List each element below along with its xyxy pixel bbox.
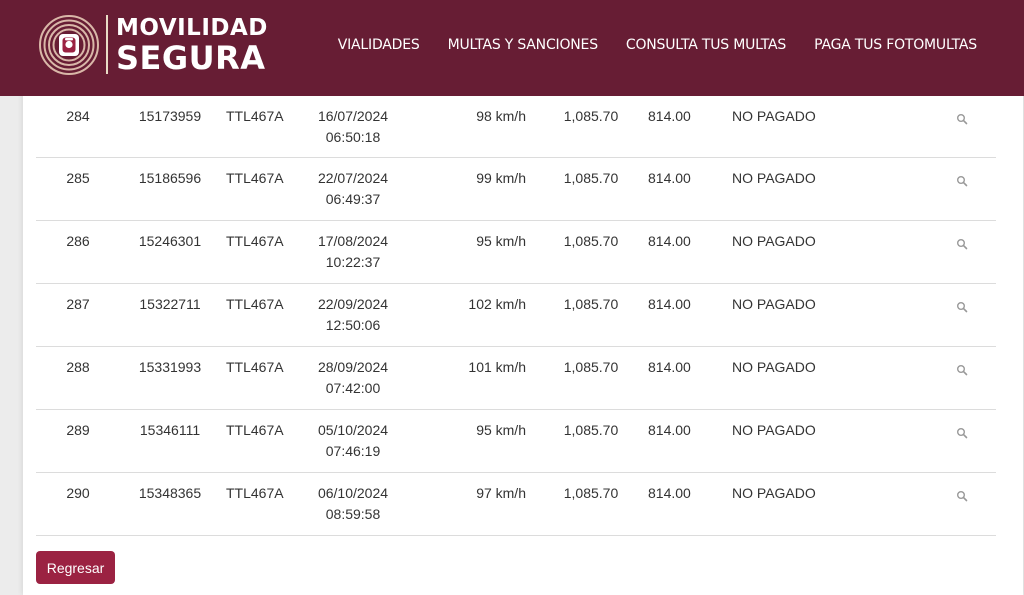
search-icon[interactable] xyxy=(956,110,968,125)
folio: 15322711 xyxy=(139,296,201,312)
discounted-amount: 814.00 xyxy=(648,422,691,438)
speed: 95 km/h xyxy=(476,233,526,249)
plate: TTL467A xyxy=(226,296,284,312)
folio: 15346111 xyxy=(139,422,201,438)
row-number: 290 xyxy=(66,485,90,501)
date: 05/10/2024 xyxy=(317,422,389,438)
brand-line1: MOVILIDAD xyxy=(116,15,268,41)
table-row: 284 15173959 TTL467A 16/07/2024 06:50:18… xyxy=(36,96,996,158)
time: 08:59:58 xyxy=(325,506,381,522)
nav-paga-tus-fotomultas[interactable]: PAGA TUS FOTOMULTAS xyxy=(814,36,977,54)
datetime: 16/07/2024 06:50:18 xyxy=(306,106,400,148)
datetime: 28/09/2024 07:42:00 xyxy=(306,357,400,399)
plate: TTL467A xyxy=(226,485,284,501)
row-number: 288 xyxy=(66,359,90,375)
speed: 98 km/h xyxy=(476,108,526,124)
table-row: 287 15322711 TTL467A 22/09/2024 12:50:06… xyxy=(36,284,996,347)
row-number: 287 xyxy=(66,296,90,312)
row-number: 284 xyxy=(66,108,90,124)
datetime: 22/07/2024 06:49:37 xyxy=(306,168,400,210)
nav-consulta-tus-multas[interactable]: CONSULTA TUS MULTAS xyxy=(626,36,786,54)
time: 07:42:00 xyxy=(325,380,381,396)
main-nav: VIALIDADES MULTAS Y SANCIONES CONSULTA T… xyxy=(338,36,977,54)
amount: 1,085.70 xyxy=(563,359,619,375)
date: 16/07/2024 xyxy=(317,108,389,124)
speed: 101 km/h xyxy=(468,359,526,375)
datetime: 22/09/2024 12:50:06 xyxy=(306,294,400,336)
logo-divider xyxy=(106,15,108,74)
amount: 1,085.70 xyxy=(563,296,619,312)
folio: 15246301 xyxy=(138,233,202,249)
amount: 1,085.70 xyxy=(563,233,619,249)
brand-line2: SEGURA xyxy=(116,39,266,77)
table-row: 290 15348365 TTL467A 06/10/2024 08:59:58… xyxy=(36,473,996,536)
speed: 99 km/h xyxy=(476,170,526,186)
row-number: 286 xyxy=(66,233,90,249)
time: 10:22:37 xyxy=(325,254,381,270)
search-icon[interactable] xyxy=(956,361,968,376)
plate: TTL467A xyxy=(226,170,284,186)
status: NO PAGADO xyxy=(732,170,816,186)
datetime: 06/10/2024 08:59:58 xyxy=(306,483,400,525)
status: NO PAGADO xyxy=(732,296,816,312)
folio: 15331993 xyxy=(138,359,202,375)
plate: TTL467A xyxy=(226,108,284,124)
date: 06/10/2024 xyxy=(317,485,389,501)
date: 22/09/2024 xyxy=(317,296,389,312)
time: 12:50:06 xyxy=(325,317,381,333)
discounted-amount: 814.00 xyxy=(648,233,691,249)
speed: 97 km/h xyxy=(476,485,526,501)
date: 28/09/2024 xyxy=(317,359,389,375)
status: NO PAGADO xyxy=(732,422,816,438)
table-row: 286 15246301 TTL467A 17/08/2024 10:22:37… xyxy=(36,221,996,284)
time: 06:49:37 xyxy=(325,191,381,207)
datetime: 17/08/2024 10:22:37 xyxy=(306,231,400,273)
search-icon[interactable] xyxy=(956,298,968,313)
row-number: 289 xyxy=(66,422,90,438)
table-row: 288 15331993 TTL467A 28/09/2024 07:42:00… xyxy=(36,347,996,410)
discounted-amount: 814.00 xyxy=(648,108,691,124)
date: 22/07/2024 xyxy=(317,170,389,186)
status: NO PAGADO xyxy=(732,108,816,124)
speed: 102 km/h xyxy=(468,296,526,312)
back-button[interactable]: Regresar xyxy=(36,551,115,584)
plate: TTL467A xyxy=(226,359,284,375)
time: 06:50:18 xyxy=(325,129,381,145)
amount: 1,085.70 xyxy=(563,422,619,438)
date: 17/08/2024 xyxy=(317,233,389,249)
search-icon[interactable] xyxy=(956,487,968,502)
table-row: 289 15346111 TTL467A 05/10/2024 07:46:19… xyxy=(36,410,996,473)
folio: 15348365 xyxy=(138,485,202,501)
table-row: 285 15186596 TTL467A 22/07/2024 06:49:37… xyxy=(36,158,996,221)
amount: 1,085.70 xyxy=(563,170,619,186)
search-icon[interactable] xyxy=(956,424,968,439)
search-icon[interactable] xyxy=(956,172,968,187)
discounted-amount: 814.00 xyxy=(648,170,691,186)
plate: TTL467A xyxy=(226,422,284,438)
speed: 95 km/h xyxy=(476,422,526,438)
plate: TTL467A xyxy=(226,233,284,249)
datetime: 05/10/2024 07:46:19 xyxy=(306,420,400,462)
status: NO PAGADO xyxy=(732,359,816,375)
logo-emblem-icon[interactable] xyxy=(38,14,100,76)
nav-vialidades[interactable]: VIALIDADES xyxy=(338,36,420,54)
time: 07:46:19 xyxy=(325,443,381,459)
nav-multas-y-sanciones[interactable]: MULTAS Y SANCIONES xyxy=(448,36,599,54)
fines-table: 284 15173959 TTL467A 16/07/2024 06:50:18… xyxy=(36,96,996,536)
discounted-amount: 814.00 xyxy=(648,296,691,312)
folio: 15186596 xyxy=(138,170,202,186)
discounted-amount: 814.00 xyxy=(648,359,691,375)
search-icon[interactable] xyxy=(956,235,968,250)
site-header: MOVILIDAD SEGURA VIALIDADES MULTAS Y SAN… xyxy=(0,0,1024,96)
discounted-amount: 814.00 xyxy=(648,485,691,501)
row-number: 285 xyxy=(66,170,90,186)
folio: 15173959 xyxy=(138,108,202,124)
brand-logo[interactable]: MOVILIDAD SEGURA xyxy=(116,14,268,75)
status: NO PAGADO xyxy=(732,233,816,249)
amount: 1,085.70 xyxy=(563,108,619,124)
amount: 1,085.70 xyxy=(563,485,619,501)
status: NO PAGADO xyxy=(732,485,816,501)
